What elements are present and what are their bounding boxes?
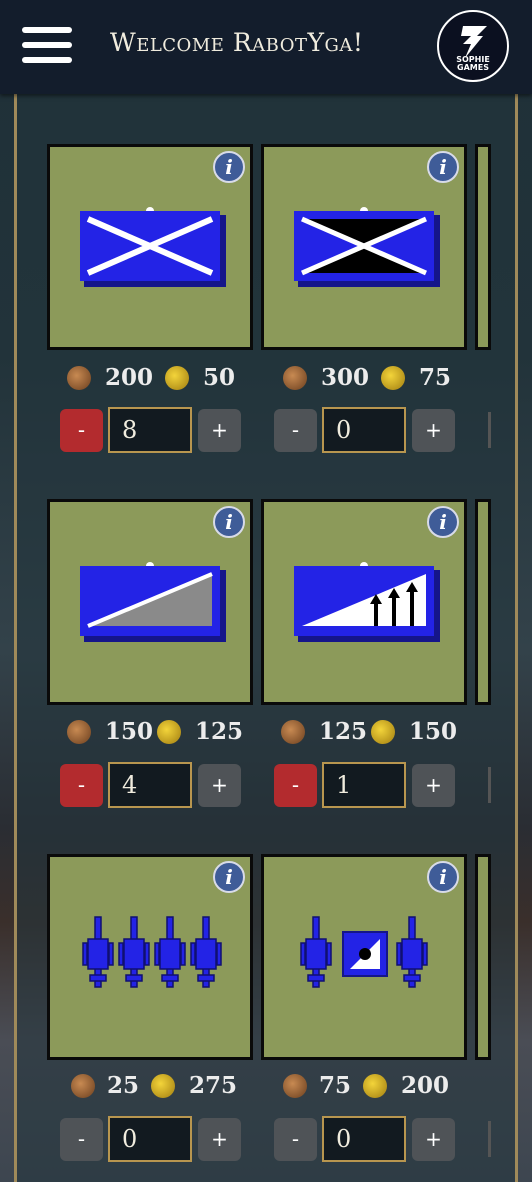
quantity-input[interactable]: 0 xyxy=(322,407,406,453)
stepper-edge-partial xyxy=(488,1121,491,1157)
gold-resource-icon xyxy=(151,1074,175,1098)
increase-button[interactable]: + xyxy=(412,1118,455,1161)
increase-button[interactable]: + xyxy=(198,764,241,807)
stepper-edge-partial xyxy=(488,767,491,803)
army-recruit-panel: i i 200 50 300 75 - 8 + - 0 + i i 150 12… xyxy=(14,94,518,1182)
unit-card-partial[interactable] xyxy=(475,499,491,705)
top-bar: Welcome RabotYga! SOPHIE GAMES xyxy=(0,0,532,94)
unit-card-saltire-white[interactable]: i xyxy=(47,144,253,350)
increase-button[interactable]: + xyxy=(412,764,455,807)
info-icon[interactable]: i xyxy=(427,861,459,893)
info-icon[interactable]: i xyxy=(427,506,459,538)
quantity-input[interactable]: 4 xyxy=(108,762,192,808)
sophie-games-logo[interactable]: SOPHIE GAMES xyxy=(437,10,509,82)
wood-resource-icon xyxy=(283,366,307,390)
wood-resource-icon xyxy=(71,1074,95,1098)
unit-card-partial[interactable] xyxy=(475,854,491,1060)
wood-resource-icon xyxy=(67,720,91,744)
stepper-edge-partial xyxy=(488,412,491,448)
gold-resource-icon xyxy=(381,366,405,390)
unit-card-cannons-emblem[interactable]: i xyxy=(261,854,467,1060)
gold-resource-icon xyxy=(371,720,395,744)
unit-card-saltire-black[interactable]: i xyxy=(261,144,467,350)
increase-button[interactable]: + xyxy=(198,409,241,452)
quantity-input[interactable]: 0 xyxy=(322,1116,406,1162)
info-icon[interactable]: i xyxy=(427,151,459,183)
hamburger-menu-icon[interactable] xyxy=(22,27,72,67)
gold-resource-icon xyxy=(363,1074,387,1098)
info-icon[interactable]: i xyxy=(213,861,245,893)
increase-button[interactable]: + xyxy=(198,1118,241,1161)
decrease-button[interactable]: - xyxy=(60,1118,103,1161)
decrease-button[interactable]: - xyxy=(274,409,317,452)
decrease-button[interactable]: - xyxy=(60,764,103,807)
wood-resource-icon xyxy=(281,720,305,744)
info-icon[interactable]: i xyxy=(213,506,245,538)
increase-button[interactable]: + xyxy=(412,409,455,452)
wood-resource-icon xyxy=(67,366,91,390)
unit-card-four-cannons[interactable]: i xyxy=(47,854,253,1060)
info-icon[interactable]: i xyxy=(213,151,245,183)
unit-card-partial[interactable] xyxy=(475,144,491,350)
decrease-button[interactable]: - xyxy=(274,1118,317,1161)
unit-card-diagonal-spears[interactable]: i xyxy=(261,499,467,705)
wood-resource-icon xyxy=(283,1074,307,1098)
logo-brand-text: SOPHIE GAMES xyxy=(456,55,490,72)
decrease-button[interactable]: - xyxy=(60,409,103,452)
welcome-title: Welcome RabotYga! xyxy=(110,28,364,57)
gold-resource-icon xyxy=(157,720,181,744)
quantity-input[interactable]: 8 xyxy=(108,407,192,453)
unit-card-diagonal-grey[interactable]: i xyxy=(47,499,253,705)
quantity-input[interactable]: 0 xyxy=(108,1116,192,1162)
decrease-button[interactable]: - xyxy=(274,764,317,807)
quantity-input[interactable]: 1 xyxy=(322,762,406,808)
gold-resource-icon xyxy=(165,366,189,390)
